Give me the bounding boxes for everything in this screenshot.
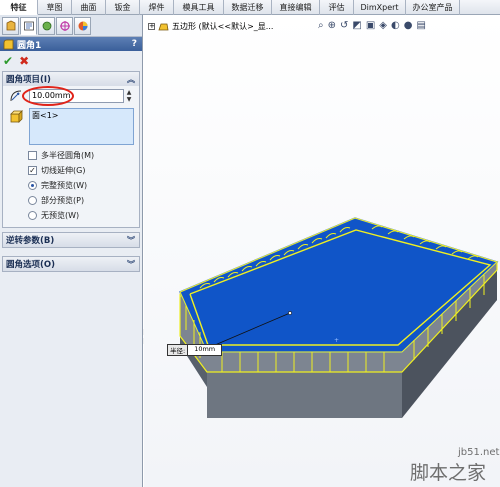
full-preview-radio[interactable]: [28, 181, 37, 190]
radius-spinner[interactable]: ▲ ▼: [125, 89, 133, 103]
feature-manager-icon[interactable]: [2, 16, 19, 35]
partial-preview-radio[interactable]: [28, 196, 37, 205]
ok-cancel-row: ✔ ✖: [0, 51, 142, 71]
radius-callout[interactable]: 半径: 10mm: [167, 344, 223, 356]
fillet-options-group: 圆角选项(O) ︾: [2, 256, 140, 272]
ok-check-icon[interactable]: ✔: [3, 54, 13, 68]
collapse-chevron-icon[interactable]: ︽: [127, 74, 135, 85]
setback-parameters-header[interactable]: 逆转参数(B) ︾: [3, 233, 139, 247]
no-preview-radio[interactable]: [28, 211, 37, 220]
cancel-x-icon[interactable]: ✖: [19, 54, 29, 68]
help-icon[interactable]: ?: [132, 39, 137, 49]
display-manager-icon[interactable]: [74, 16, 91, 35]
model-view: +: [179, 217, 499, 418]
tab-sketch[interactable]: 草图: [38, 0, 72, 15]
tab-office-products[interactable]: 办公室产品: [406, 0, 460, 15]
tangent-propagation-checkbox[interactable]: ✓: [28, 166, 37, 175]
partial-preview-option[interactable]: 部分预览(P): [3, 193, 139, 208]
highlight-annotation-oval: [22, 86, 74, 106]
radius-icon: [10, 90, 22, 102]
property-manager-panel: 圆角1 ? ✔ ✖ 圆角项目(I) ︽ 10.00mm ▲ ▼ 面<1> 多半径…: [0, 15, 143, 487]
setback-parameters-group: 逆转参数(B) ︾: [2, 232, 140, 248]
callout-anchor: [288, 311, 292, 315]
tab-surfaces[interactable]: 曲面: [72, 0, 106, 15]
fillet-options-header[interactable]: 圆角选项(O) ︾: [3, 257, 139, 271]
tab-sheet-metal[interactable]: 钣金: [106, 0, 140, 15]
multi-radius-checkbox[interactable]: [28, 151, 37, 160]
tab-mold-tools[interactable]: 模具工具: [174, 0, 224, 15]
feature-title: 圆角1: [17, 40, 42, 51]
fillet-items-group: 圆角项目(I) ︽ 10.00mm ▲ ▼ 面<1> 多半径圆角(M) ✓ 切线…: [2, 71, 140, 228]
property-manager-icon[interactable]: [20, 16, 37, 35]
fillet-icon: [3, 39, 14, 49]
expand-chevron-icon[interactable]: ︾: [127, 235, 135, 246]
no-preview-option[interactable]: 无预览(W): [3, 208, 139, 223]
tab-data-migration[interactable]: 数据迁移: [224, 0, 272, 15]
dimxpert-manager-icon[interactable]: [56, 16, 73, 35]
full-preview-option[interactable]: 完整预览(W): [3, 178, 139, 193]
tab-weldments[interactable]: 焊件: [140, 0, 174, 15]
watermark-url: jb51.net: [458, 447, 500, 458]
selected-faces-list[interactable]: 面<1>: [29, 108, 134, 145]
tab-evaluate[interactable]: 评估: [320, 0, 354, 15]
tab-dimxpert[interactable]: DimXpert: [354, 0, 406, 15]
configuration-manager-icon[interactable]: [38, 16, 55, 35]
feature-title-bar: 圆角1 ?: [0, 37, 142, 51]
callout-value[interactable]: 10mm: [188, 345, 221, 355]
tangent-propagation-option[interactable]: ✓ 切线延伸(G): [3, 163, 139, 178]
list-item[interactable]: 面<1>: [32, 110, 131, 121]
face-selection-icon: [10, 110, 23, 123]
origin-marker: +: [334, 337, 339, 344]
tab-direct-editing[interactable]: 直接编辑: [272, 0, 320, 15]
multi-radius-option[interactable]: 多半径圆角(M): [3, 148, 139, 163]
tab-features[interactable]: 特征: [0, 0, 38, 15]
callout-label: 半径:: [168, 345, 189, 355]
watermark-name: 脚本之家: [410, 462, 487, 484]
radius-row: 10.00mm ▲ ▼: [3, 86, 139, 106]
expand-chevron-icon[interactable]: ︾: [127, 259, 135, 270]
manager-icon-bar: [0, 15, 142, 37]
command-manager-tabs: 特征 草图 曲面 钣金 焊件 模具工具 数据迁移 直接编辑 评估 DimXper…: [0, 0, 500, 15]
fillet-items-header[interactable]: 圆角项目(I) ︽: [3, 72, 139, 86]
face-selection-row: 面<1>: [3, 106, 139, 148]
